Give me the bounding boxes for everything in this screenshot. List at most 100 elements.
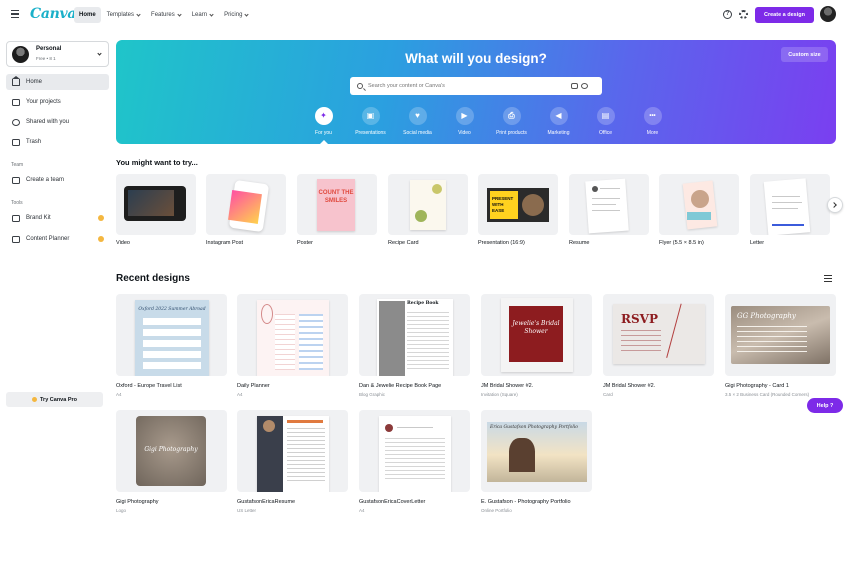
thumb-text: Oxford 2022 Summer Abroad	[138, 307, 206, 312]
menu-icon[interactable]	[11, 10, 19, 19]
category-label: Office	[599, 130, 612, 136]
crown-icon	[98, 236, 104, 242]
sidebar-item-home[interactable]: Home	[6, 74, 109, 90]
design-type: Card	[603, 392, 613, 397]
category-video[interactable]: ▶ Video	[441, 107, 488, 144]
suggestion-resume[interactable]: Resume	[569, 174, 649, 246]
category-more[interactable]: ••• More	[629, 107, 676, 144]
category-label: Print products	[496, 130, 527, 136]
design-type: Logo	[116, 508, 127, 513]
poster-thumb-text: COUNT THE SMILES	[317, 179, 355, 231]
design-type: 3.5 × 2 Business Card (Rounded Corners)	[725, 392, 810, 397]
category-for-you[interactable]: ✦ For you	[300, 107, 347, 144]
custom-size-button[interactable]: Custom size	[781, 47, 828, 62]
try-pro-label: Try Canva Pro	[40, 396, 77, 403]
help-button[interactable]: Help ?	[807, 398, 843, 413]
suggestion-label: Flyer (5.5 × 8.5 in)	[659, 240, 704, 246]
sidebar-item-projects[interactable]: Your projects	[6, 94, 109, 110]
nav-learn[interactable]: Learn	[187, 7, 218, 23]
crown-icon	[32, 397, 37, 402]
design-name: GustafsonEricaResume	[237, 499, 296, 505]
design-name: E. Gustafson - Photography Portfolio	[481, 499, 571, 505]
sidebar-item-label: Create a team	[26, 177, 65, 183]
design-name: Daily Planner	[237, 383, 270, 389]
category-label: More	[646, 130, 659, 136]
suggestion-flyer[interactable]: Flyer (5.5 × 8.5 in)	[659, 174, 739, 246]
suggestion-letter[interactable]: Letter	[750, 174, 830, 246]
suggestion-label: Video	[116, 240, 130, 246]
category-marketing[interactable]: ◀ Marketing	[535, 107, 582, 144]
search-icon	[357, 83, 363, 89]
recent-design-card[interactable]: Jewelie's Bridal Shower JM Bridal Shower…	[481, 294, 592, 397]
heart-icon: ♥	[408, 107, 427, 125]
sidebar-item-trash[interactable]: Trash	[6, 134, 109, 150]
design-thumbnail: Erica Gustafson Photography Portfolio	[481, 410, 592, 492]
suggestion-poster[interactable]: COUNT THE SMILES Poster	[297, 174, 377, 246]
recent-design-card[interactable]: RSVP JM Bridal Shower #2. Card	[603, 294, 714, 397]
recent-design-card[interactable]: Daily Planner A4	[237, 294, 348, 397]
section-label-tools: Tools	[11, 200, 23, 206]
recent-design-card[interactable]: Oxford 2022 Summer Abroad Oxford - Europ…	[116, 294, 227, 397]
nav-label: Pricing	[224, 12, 243, 18]
active-indicator	[365, 140, 377, 143]
design-thumbnail	[237, 294, 348, 376]
sidebar-item-create-team[interactable]: Create a team	[6, 172, 109, 188]
try-canva-pro-button[interactable]: Try Canva Pro	[6, 392, 103, 407]
suggestion-thumbnail	[116, 174, 196, 235]
presentation-icon: ▣	[361, 107, 380, 125]
suggestion-instagram-post[interactable]: Instagram Post	[206, 174, 286, 246]
canva-logo[interactable]: Canva	[30, 6, 76, 22]
suggestion-thumbnail	[750, 174, 830, 235]
help-icon[interactable]: ?	[723, 10, 732, 19]
sidebar-item-shared[interactable]: Shared with you	[6, 114, 109, 130]
hero-title: What will you design?	[405, 51, 547, 66]
recent-design-card[interactable]: Recipe Book Dan & Jewelie Recipe Book Pa…	[359, 294, 470, 397]
category-glyph: ⎙	[508, 111, 515, 120]
sidebar-item-content-planner[interactable]: Content Planner	[6, 231, 109, 247]
thumb-text: Gigi Photography	[144, 446, 198, 453]
nav-features[interactable]: Features	[146, 7, 186, 23]
category-presentations[interactable]: ▣ Presentations	[347, 107, 394, 144]
list-view-icon[interactable]	[824, 275, 832, 282]
active-indicator	[506, 140, 518, 143]
gear-icon[interactable]	[739, 10, 748, 19]
section-label-team: Team	[11, 162, 24, 168]
design-name: GustafsonEricaCoverLetter	[359, 499, 426, 505]
design-name: Gigi Photography - Card 1	[725, 383, 789, 389]
home-icon	[12, 75, 20, 86]
recent-design-card[interactable]: GustafsonEricaResume US Letter	[237, 410, 348, 513]
briefcase-icon: ▤	[596, 107, 615, 125]
suggestion-label: Letter	[750, 240, 765, 246]
category-print-products[interactable]: ⎙ Print products	[488, 107, 535, 144]
recent-design-card[interactable]: Gigi Photography Gigi Photography Logo	[116, 410, 227, 513]
recent-design-card[interactable]: GG Photography Gigi Photography - Card 1…	[725, 294, 836, 397]
design-name: Dan & Jewelie Recipe Book Page	[359, 383, 442, 389]
suggestion-thumbnail: COUNT THE SMILES	[297, 174, 377, 235]
recent-design-card[interactable]: GustafsonEricaCoverLetter A4	[359, 410, 470, 513]
category-office[interactable]: ▤ Office	[582, 107, 629, 144]
image-search-icon[interactable]	[571, 83, 578, 89]
category-social-media[interactable]: ♥ Social media	[394, 107, 441, 144]
team-icon	[12, 176, 20, 184]
megaphone-icon: ◀	[549, 107, 568, 125]
nav-templates[interactable]: Templates	[102, 7, 145, 23]
nav-pricing[interactable]: Pricing	[219, 7, 253, 23]
active-indicator	[459, 140, 471, 143]
avatar[interactable]	[820, 6, 836, 22]
design-name: JM Bridal Shower #2.	[603, 383, 656, 389]
presentation-thumb-text: PRESENT WITH EASE	[490, 191, 518, 219]
create-design-button[interactable]: Create a design	[755, 7, 814, 23]
design-thumbnail: Recipe Book	[359, 294, 470, 376]
active-indicator	[319, 140, 328, 144]
sidebar-item-brand-kit[interactable]: Brand Kit	[6, 210, 109, 226]
upload-cloud-icon[interactable]	[581, 83, 588, 89]
suggestion-presentation[interactable]: PRESENT WITH EASE Presentation (16:9)	[478, 174, 558, 246]
account-switcher[interactable]: Personal Free • 8 1	[6, 41, 109, 67]
recent-design-card[interactable]: Erica Gustafson Photography Portfolio E.…	[481, 410, 592, 513]
design-type: Invitation (Square)	[481, 392, 518, 397]
nav-home[interactable]: Home	[74, 7, 101, 23]
search-input[interactable]	[368, 83, 568, 89]
suggestion-recipe-card[interactable]: Recipe Card	[388, 174, 468, 246]
suggestion-video[interactable]: Video	[116, 174, 196, 246]
chevron-right-icon[interactable]	[827, 197, 843, 213]
